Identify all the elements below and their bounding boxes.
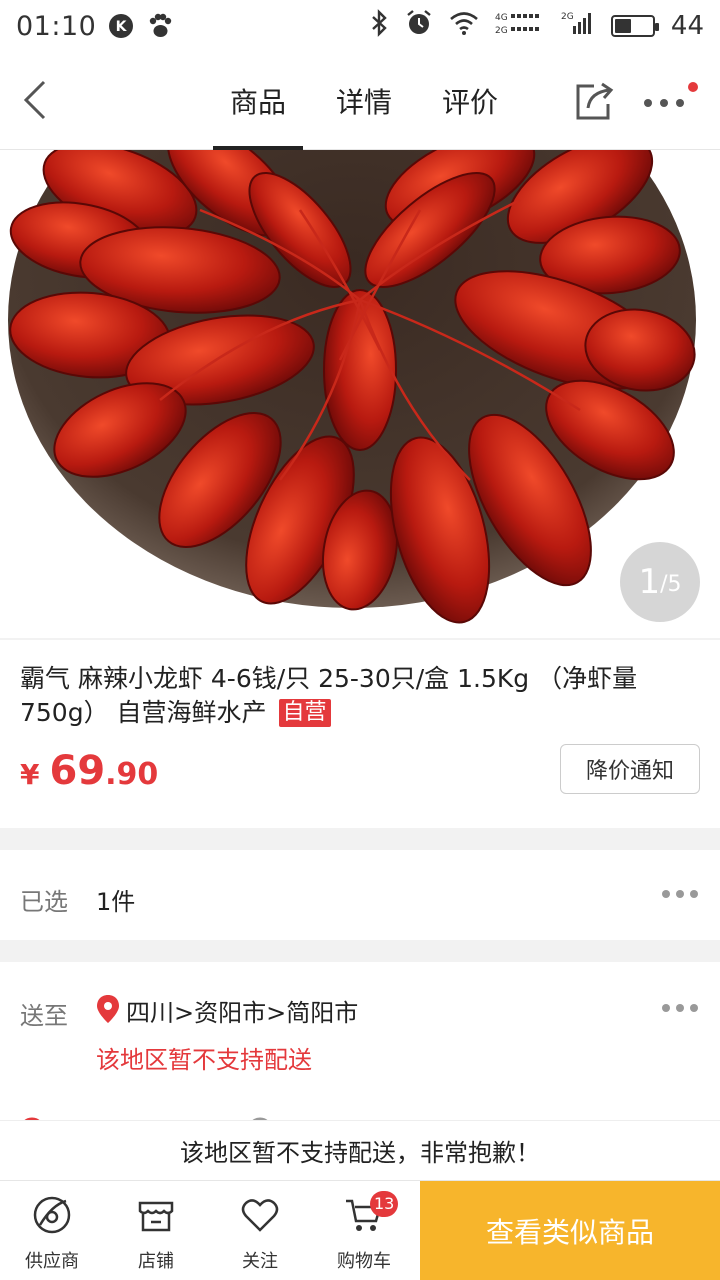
more-button[interactable] (640, 82, 702, 122)
status-bar: 01:10 K 4G 2G 2G 44 (0, 0, 720, 52)
more-dot-icon (660, 99, 668, 107)
delivery-row[interactable]: 送至 四川>资阳市>简阳市 该地区暂不支持配送 (0, 962, 720, 1120)
more-dot-icon (676, 99, 684, 107)
location-pin-icon (97, 995, 119, 1023)
svg-text:K: K (116, 19, 128, 35)
cart-button[interactable]: 13 购物车 (312, 1181, 416, 1280)
svg-text:4G: 4G (495, 13, 508, 23)
svg-text:2G: 2G (495, 26, 508, 36)
selected-label: 已选 (20, 888, 68, 916)
delivery-warning: 该地区暂不支持配送 (96, 1046, 312, 1074)
delivery-unavailable-notice: 该地区暂不支持配送，非常抱歉！ (0, 1120, 720, 1180)
view-similar-button[interactable]: 查看类似商品 (420, 1181, 720, 1280)
heart-icon (241, 1199, 279, 1232)
delivery-label: 送至 (20, 1002, 68, 1030)
cart-count-badge: 13 (370, 1191, 399, 1217)
signal-2g-icon: 2G (561, 10, 595, 43)
share-button[interactable] (572, 80, 616, 122)
paw-icon (146, 12, 174, 40)
back-button[interactable] (18, 78, 58, 122)
price-currency: ¥ (20, 758, 40, 791)
supplier-icon (33, 1196, 71, 1234)
svg-text:2G: 2G (561, 12, 574, 22)
product-page: 01:10 K 4G 2G 2G 44 商品 详情 评价 1 / 5 霸气 麻辣… (0, 0, 720, 1280)
product-image[interactable]: 1 / 5 (0, 150, 720, 638)
k-icon: K (108, 13, 134, 39)
tab-product[interactable]: 商品 (205, 52, 311, 150)
more-options-icon (662, 1004, 702, 1014)
tab-bar: 商品 详情 评价 (205, 52, 523, 150)
tab-product-label: 商品 (229, 86, 286, 119)
product-price: ¥ 69 .90 (20, 748, 158, 794)
notification-dot-icon (688, 82, 698, 92)
tab-reviews[interactable]: 评价 (417, 52, 523, 150)
supplier-label: 供应商 (25, 1251, 79, 1272)
selected-value: 1件 (96, 888, 136, 916)
supplier-button[interactable]: 供应商 (0, 1181, 104, 1280)
bluetooth-icon (369, 8, 389, 44)
signal-4g-icon: 4G 2G (495, 10, 545, 43)
share-icon (576, 82, 614, 120)
pager-total: 5 (667, 571, 682, 597)
delivery-location: 四川>资阳市>简阳市 (126, 999, 359, 1027)
gallery-pager: 1 / 5 (620, 542, 700, 622)
alarm-icon (405, 9, 433, 44)
more-dot-icon (644, 99, 652, 107)
tab-details[interactable]: 详情 (311, 52, 417, 150)
selected-spec-row[interactable]: 已选 1件 (0, 850, 720, 940)
bottom-action-bar: 供应商 店铺 关注 13 购物车 查看类似商品 (0, 1180, 720, 1280)
store-button[interactable]: 店铺 (104, 1181, 208, 1280)
price-drop-notify-button[interactable]: 降价通知 (560, 744, 700, 794)
more-options-icon (662, 890, 702, 900)
status-time: 01:10 (16, 10, 97, 42)
back-arrow-icon (23, 80, 46, 120)
self-operated-badge: 自营 (278, 699, 331, 727)
tab-details-label: 详情 (335, 86, 392, 119)
product-info: 霸气 麻辣小龙虾 4-6钱/只 25-30只/盒 1.5Kg （净虾量750g）… (0, 640, 720, 828)
price-integer: 69 (49, 748, 106, 794)
pager-current: 1 (638, 562, 661, 602)
nav-bar: 商品 详情 评价 (0, 52, 720, 150)
price-decimal: .90 (105, 757, 159, 792)
cart-label: 购物车 (337, 1251, 391, 1272)
store-icon (138, 1201, 174, 1232)
store-label: 店铺 (138, 1251, 174, 1272)
crayfish-plate-image (0, 150, 720, 638)
battery-icon (610, 15, 659, 37)
follow-button[interactable]: 关注 (208, 1181, 312, 1280)
wifi-icon (449, 10, 479, 43)
tab-reviews-label: 评价 (441, 86, 498, 119)
product-title-block: 霸气 麻辣小龙虾 4-6钱/只 25-30只/盒 1.5Kg （净虾量750g）… (20, 662, 700, 730)
pager-separator: / (660, 571, 668, 597)
follow-label: 关注 (242, 1251, 278, 1272)
battery-level: 44 (670, 11, 704, 41)
